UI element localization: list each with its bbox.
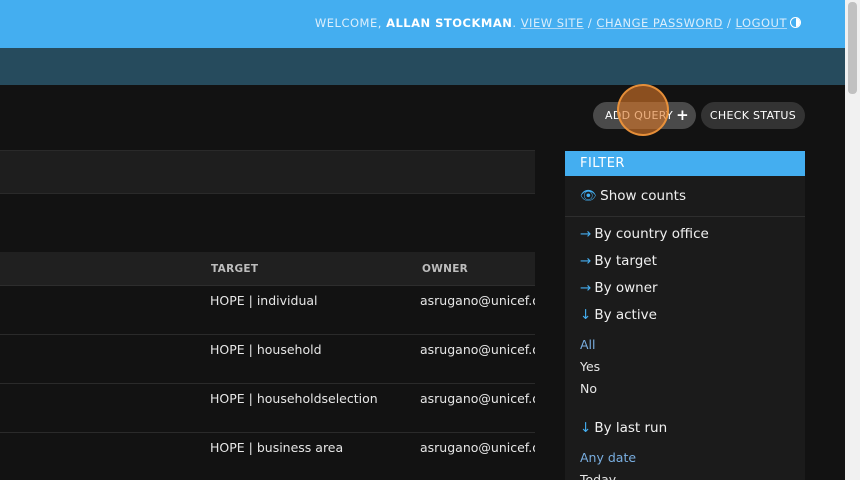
last-run-option-today[interactable]: Today bbox=[580, 472, 616, 480]
table-row[interactable]: HOPE | business area asrugano@unicef.org bbox=[0, 433, 535, 480]
filter-by-target[interactable]: → By target bbox=[580, 253, 657, 269]
arrow-down-icon: ↓ bbox=[580, 307, 592, 323]
add-query-button[interactable]: ADD QUERY + bbox=[593, 102, 696, 129]
scrollbar-thumb[interactable] bbox=[848, 2, 857, 94]
table-header: TARGET OWNER bbox=[0, 252, 535, 286]
breadcrumbs-bar bbox=[0, 48, 845, 85]
last-run-option-any-date[interactable]: Any date bbox=[580, 450, 636, 465]
active-option-all[interactable]: All bbox=[580, 337, 596, 352]
cell-owner: asrugano@unicef.org bbox=[420, 440, 535, 455]
user-tools: WELCOME, ALLAN STOCKMAN. VIEW SITE / CHA… bbox=[314, 16, 787, 30]
welcome-text: WELCOME, bbox=[314, 16, 382, 30]
filter-by-owner[interactable]: → By owner bbox=[580, 280, 658, 296]
cell-target: HOPE | business area bbox=[210, 440, 344, 455]
filter-by-country-office[interactable]: → By country office bbox=[580, 226, 709, 242]
filter-by-active[interactable]: ↓ By active bbox=[580, 307, 657, 323]
user-name: ALLAN STOCKMAN bbox=[386, 16, 513, 30]
column-header-target[interactable]: TARGET bbox=[211, 263, 258, 275]
arrow-down-icon: ↓ bbox=[580, 420, 592, 436]
eye-icon: 👁 bbox=[580, 188, 598, 204]
table-row[interactable]: HOPE | householdselection asrugano@unice… bbox=[0, 384, 535, 433]
results-table: TARGET OWNER HOPE | individual asrugano@… bbox=[0, 252, 535, 480]
show-counts-link[interactable]: 👁 Show counts bbox=[580, 188, 686, 204]
view-site-link[interactable]: VIEW SITE bbox=[521, 16, 584, 30]
active-option-no[interactable]: No bbox=[580, 381, 597, 396]
page-scrollbar[interactable] bbox=[845, 0, 860, 480]
change-password-link[interactable]: CHANGE PASSWORD bbox=[596, 16, 722, 30]
filter-panel: FILTER 👁 Show counts → By country office →… bbox=[565, 151, 805, 480]
divider bbox=[565, 216, 805, 217]
cell-owner: asrugano@unicef.org bbox=[420, 342, 535, 357]
header-bar: WELCOME, ALLAN STOCKMAN. VIEW SITE / CHA… bbox=[0, 0, 845, 48]
arrow-right-icon: → bbox=[580, 226, 592, 242]
cell-owner: asrugano@unicef.org bbox=[420, 391, 535, 406]
cell-target: HOPE | household bbox=[210, 342, 322, 357]
plus-icon: + bbox=[676, 106, 689, 124]
cell-owner: asrugano@unicef.org bbox=[420, 293, 535, 308]
column-header-owner[interactable]: OWNER bbox=[422, 263, 468, 275]
arrow-right-icon: → bbox=[580, 280, 592, 296]
filter-title: FILTER bbox=[565, 151, 805, 176]
logout-link[interactable]: LOGOUT bbox=[736, 16, 787, 30]
cell-target: HOPE | householdselection bbox=[210, 391, 378, 406]
cell-target: HOPE | individual bbox=[210, 293, 318, 308]
arrow-right-icon: → bbox=[580, 253, 592, 269]
active-option-yes[interactable]: Yes bbox=[580, 359, 600, 374]
check-status-button[interactable]: CHECK STATUS bbox=[701, 102, 805, 129]
table-row[interactable]: HOPE | household asrugano@unicef.org bbox=[0, 335, 535, 384]
table-row[interactable]: HOPE | individual asrugano@unicef.org bbox=[0, 286, 535, 335]
theme-toggle-icon[interactable] bbox=[790, 17, 801, 28]
search-bar-row bbox=[0, 150, 535, 194]
filter-by-last-run[interactable]: ↓ By last run bbox=[580, 420, 667, 436]
